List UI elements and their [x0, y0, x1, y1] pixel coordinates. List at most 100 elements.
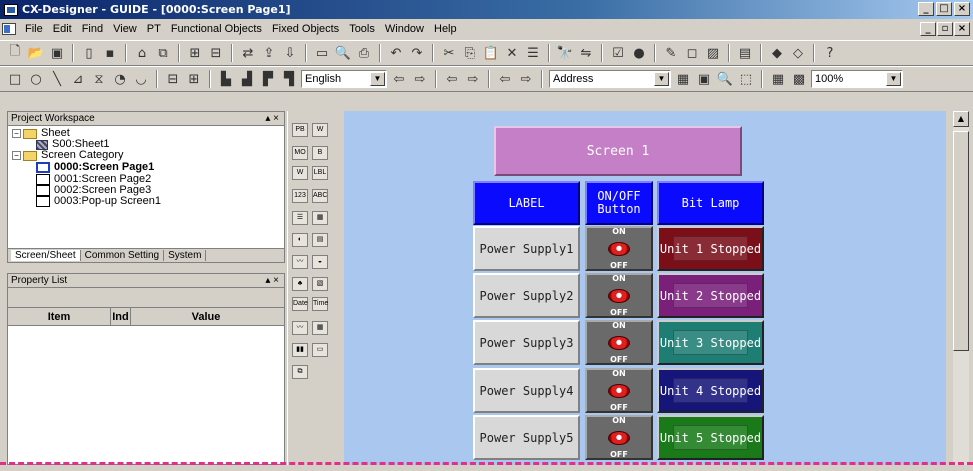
- bit-lamp-unit-2[interactable]: Unit 2 Stopped: [657, 273, 764, 318]
- menu-window[interactable]: Window: [380, 23, 429, 35]
- front-icon[interactable]: ▙: [217, 70, 235, 88]
- menu-find[interactable]: Find: [77, 23, 108, 35]
- child-close-button[interactable]: ×: [954, 22, 970, 36]
- arc-icon[interactable]: ◡: [132, 70, 150, 88]
- zoom-icon[interactable]: 🔍: [716, 70, 734, 88]
- palette-word-lamp[interactable]: W: [292, 166, 308, 180]
- palette-word-button[interactable]: W: [312, 123, 328, 137]
- forward-icon[interactable]: ▛: [259, 70, 277, 88]
- menu-view[interactable]: View: [108, 23, 142, 35]
- list-icon[interactable]: ▤: [736, 44, 754, 62]
- palette-bit-lamp[interactable]: B: [312, 146, 328, 160]
- replace-icon[interactable]: ⇋: [577, 44, 595, 62]
- help-icon[interactable]: ?: [821, 44, 839, 62]
- print-preview-icon[interactable]: 🔍: [334, 44, 352, 62]
- onoff-switch-5[interactable]: ON OFF: [585, 415, 653, 460]
- properties-icon[interactable]: ☰: [524, 44, 542, 62]
- scroll-thumb[interactable]: [953, 131, 969, 351]
- menu-file[interactable]: File: [20, 23, 48, 35]
- address-icon[interactable]: ▦: [674, 70, 692, 88]
- palette-level-meter[interactable]: ▤: [312, 233, 328, 247]
- vertical-scrollbar[interactable]: ▲: [953, 111, 969, 465]
- open-icon[interactable]: 📂: [27, 44, 45, 62]
- frame-prev-icon[interactable]: ⇦: [496, 70, 514, 88]
- onoff-switch-1[interactable]: ON OFF: [585, 226, 653, 271]
- onoff-switch-4[interactable]: ON OFF: [585, 368, 653, 413]
- scroll-up-icon[interactable]: ▲: [953, 111, 969, 127]
- palette-time[interactable]: Time: [312, 297, 328, 311]
- palette-alarm[interactable]: ◒: [312, 255, 328, 269]
- save-all-icon[interactable]: ▣: [48, 44, 66, 62]
- label-power-supply-2[interactable]: Power Supply2: [473, 273, 580, 318]
- tab-screen-sheet[interactable]: Screen/Sheet: [11, 250, 81, 261]
- circle-icon[interactable]: ○: [27, 70, 45, 88]
- menu-edit[interactable]: Edit: [48, 23, 77, 35]
- palette-table[interactable]: ▦: [312, 321, 328, 335]
- child-restore-button[interactable]: ▫: [937, 22, 953, 36]
- line-icon[interactable]: ╲: [48, 70, 66, 88]
- library2-icon[interactable]: ◇: [789, 44, 807, 62]
- palette-numeral-display[interactable]: 123: [292, 189, 308, 203]
- delete-icon[interactable]: ✕: [503, 44, 521, 62]
- palette-frame[interactable]: ⧉: [292, 365, 308, 379]
- menu-pt[interactable]: PT: [142, 23, 166, 35]
- frame-icon[interactable]: ◻: [683, 44, 701, 62]
- palette-multifunction[interactable]: MO: [292, 146, 308, 160]
- palette-analog-meter[interactable]: ▭: [312, 343, 328, 357]
- frame-next-icon[interactable]: ⇨: [517, 70, 535, 88]
- label-power-supply-4[interactable]: Power Supply4: [473, 368, 580, 413]
- group-icon[interactable]: ⊞: [185, 70, 203, 88]
- palette-data-log[interactable]: 〰: [292, 321, 308, 335]
- bit-lamp-unit-3[interactable]: Unit 3 Stopped: [657, 320, 764, 365]
- child-minimize-button[interactable]: _: [920, 22, 936, 36]
- polygon-icon[interactable]: ⧖: [90, 70, 108, 88]
- save-icon[interactable]: ▪: [101, 44, 119, 62]
- menu-help[interactable]: Help: [429, 23, 462, 35]
- menu-tools[interactable]: Tools: [344, 23, 380, 35]
- image-icon[interactable]: ▨: [704, 44, 722, 62]
- panel-menu-icon[interactable]: ▴ ×: [265, 274, 279, 287]
- onoff-switch-2[interactable]: ON OFF: [585, 273, 653, 318]
- palette-broken-line[interactable]: 〰: [292, 255, 308, 269]
- page-prev-icon[interactable]: ⇦: [443, 70, 461, 88]
- test-icon[interactable]: ●: [630, 44, 648, 62]
- panel-menu-icon[interactable]: ▴ ×: [265, 112, 279, 125]
- import-csv-icon[interactable]: ⊞: [186, 44, 204, 62]
- label-next-icon[interactable]: ⇨: [411, 70, 429, 88]
- bit-lamp-unit-5[interactable]: Unit 5 Stopped: [657, 415, 764, 460]
- menu-functional-objects[interactable]: Functional Objects: [166, 23, 267, 35]
- label-power-supply-1[interactable]: Power Supply1: [473, 226, 580, 271]
- close-button[interactable]: ×: [954, 2, 970, 16]
- maximize-button[interactable]: □: [936, 2, 952, 16]
- address-mode-select[interactable]: Address ▼: [549, 70, 671, 88]
- find-icon[interactable]: 🔭: [556, 44, 574, 62]
- preview-icon[interactable]: ▭: [313, 44, 331, 62]
- tree-item-page-3[interactable]: 0003:Pop-up Screen1: [12, 196, 284, 207]
- palette-animation[interactable]: ♣: [292, 277, 308, 291]
- bit-lamp-unit-4[interactable]: Unit 4 Stopped: [657, 368, 764, 413]
- undo-icon[interactable]: ↶: [387, 44, 405, 62]
- palette-date[interactable]: Date: [292, 297, 308, 311]
- polyline-icon[interactable]: ⊿: [69, 70, 87, 88]
- cut-icon[interactable]: ✂: [440, 44, 458, 62]
- paste-icon[interactable]: 📋: [482, 44, 500, 62]
- grid-icon[interactable]: ▦: [769, 70, 787, 88]
- sector-icon[interactable]: ◔: [111, 70, 129, 88]
- screen-title-label[interactable]: Screen 1: [494, 126, 742, 176]
- grid2-icon[interactable]: ▩: [790, 70, 808, 88]
- tree-item-screen-category[interactable]: − Screen Category: [12, 150, 284, 161]
- label-power-supply-5[interactable]: Power Supply5: [473, 415, 580, 460]
- page-next-icon[interactable]: ⇨: [464, 70, 482, 88]
- new-screen-icon[interactable]: ▯: [80, 44, 98, 62]
- upload-icon[interactable]: ⇪: [260, 44, 278, 62]
- check-icon[interactable]: ☑: [609, 44, 627, 62]
- palette-bitmap[interactable]: ◐: [292, 233, 308, 247]
- backward-icon[interactable]: ▜: [280, 70, 298, 88]
- tool-icon[interactable]: ✎: [662, 44, 680, 62]
- header-bit-lamp[interactable]: Bit Lamp: [657, 181, 764, 225]
- header-onoff-button[interactable]: ON/OFF Button: [585, 181, 653, 225]
- document-icon[interactable]: [2, 23, 16, 35]
- menu-fixed-objects[interactable]: Fixed Objects: [267, 23, 344, 35]
- palette-bar-graph[interactable]: ▮▮: [292, 343, 308, 357]
- rectangle-icon[interactable]: □: [6, 70, 24, 88]
